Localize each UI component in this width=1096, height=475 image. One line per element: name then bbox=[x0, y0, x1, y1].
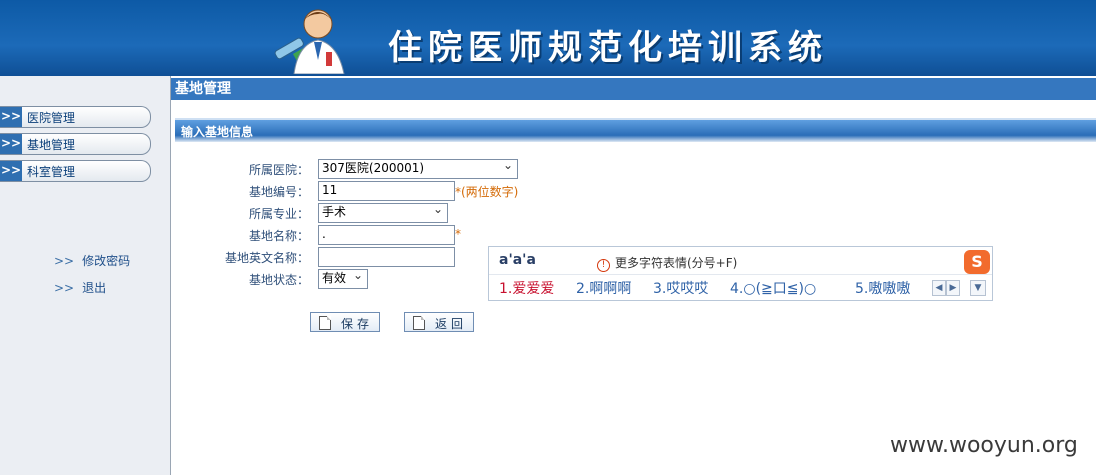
change-password-link[interactable]: >> 修改密码 bbox=[54, 252, 130, 269]
ime-candidate-4[interactable]: 4.○(≧口≦)○ bbox=[730, 278, 816, 298]
sidebar: >> 医院管理 >> 基地管理 >> 科室管理 >> 修改密码 >> 退出 bbox=[0, 76, 171, 475]
prev-page-icon[interactable]: ◀ bbox=[932, 280, 946, 296]
base-code-hint: *(两位数字) bbox=[455, 185, 519, 199]
page-title: 基地管理 bbox=[171, 78, 1096, 100]
hospital-select[interactable]: 307医院(200001) bbox=[318, 157, 518, 179]
sidebar-item-hospital-management[interactable]: >> 医院管理 bbox=[0, 106, 151, 128]
base-code-label: 基地编号： bbox=[248, 185, 309, 199]
double-chevron-right-icon: >> bbox=[0, 134, 22, 154]
base-name-input[interactable]: . bbox=[318, 225, 455, 245]
major-select[interactable]: 手术 bbox=[318, 201, 448, 223]
info-icon: ! bbox=[597, 259, 610, 272]
ime-candidate-1[interactable]: 1.爱爱爱 bbox=[499, 278, 554, 298]
back-button[interactable]: 返回 bbox=[404, 312, 474, 332]
more-symbols-label: 更多字符表情(分号+F) bbox=[615, 256, 738, 270]
ime-candidate-window: a'a'a ! 更多字符表情(分号+F) S 1.爱爱爱 2.啊啊啊 3.哎哎哎 … bbox=[488, 246, 993, 301]
section-header: 输入基地信息 bbox=[175, 118, 1096, 142]
double-chevron-right-icon: >> bbox=[54, 281, 75, 295]
ime-candidate-2[interactable]: 2.啊啊啊 bbox=[576, 278, 631, 298]
button-label: 返回 bbox=[435, 317, 468, 331]
link-label: 修改密码 bbox=[82, 254, 131, 268]
required-marker: * bbox=[455, 227, 461, 241]
major-label: 所属专业： bbox=[248, 207, 309, 221]
app-title: 住院医师规范化培训系统 bbox=[388, 28, 828, 68]
base-name-label: 基地名称： bbox=[248, 229, 309, 243]
english-name-label: 基地英文名称： bbox=[224, 251, 309, 265]
sidebar-item-label: 医院管理 bbox=[27, 111, 76, 125]
watermark-text: www.wooyun.org bbox=[890, 433, 1078, 458]
save-button[interactable]: 保存 bbox=[310, 312, 380, 332]
link-label: 退出 bbox=[82, 281, 107, 295]
document-icon bbox=[413, 316, 425, 330]
base-code-input[interactable]: 11 bbox=[318, 181, 455, 201]
expand-icon[interactable]: ▼ bbox=[970, 280, 986, 296]
divider bbox=[489, 274, 992, 275]
ime-candidate-5[interactable]: 5.嗷嗷嗷 bbox=[855, 278, 910, 298]
double-chevron-right-icon: >> bbox=[54, 254, 75, 268]
document-icon bbox=[319, 316, 331, 330]
double-chevron-right-icon: >> bbox=[0, 107, 22, 127]
ime-candidate-3[interactable]: 3.哎哎哎 bbox=[653, 278, 708, 298]
next-page-icon[interactable]: ▶ bbox=[946, 280, 960, 296]
status-select[interactable]: 有效 bbox=[318, 267, 368, 289]
hospital-label: 所属医院： bbox=[248, 163, 309, 177]
doctor-icon bbox=[274, 9, 345, 74]
ime-composition: a'a'a bbox=[499, 252, 536, 268]
sidebar-item-base-management[interactable]: >> 基地管理 bbox=[0, 133, 151, 155]
logout-link[interactable]: >> 退出 bbox=[54, 279, 106, 296]
ime-logo-icon: S bbox=[964, 250, 990, 274]
sidebar-item-label: 科室管理 bbox=[27, 165, 76, 179]
button-label: 保存 bbox=[341, 317, 374, 331]
sidebar-item-department-management[interactable]: >> 科室管理 bbox=[0, 160, 151, 182]
app-header: 住院医师规范化培训系统 bbox=[0, 0, 1096, 76]
status-label: 基地状态： bbox=[248, 273, 309, 287]
sidebar-item-label: 基地管理 bbox=[27, 138, 76, 152]
section-title: 输入基地信息 bbox=[181, 125, 254, 139]
more-symbols-link[interactable]: ! 更多字符表情(分号+F) bbox=[597, 254, 737, 272]
double-chevron-right-icon: >> bbox=[0, 161, 22, 181]
english-name-input[interactable] bbox=[318, 247, 455, 267]
